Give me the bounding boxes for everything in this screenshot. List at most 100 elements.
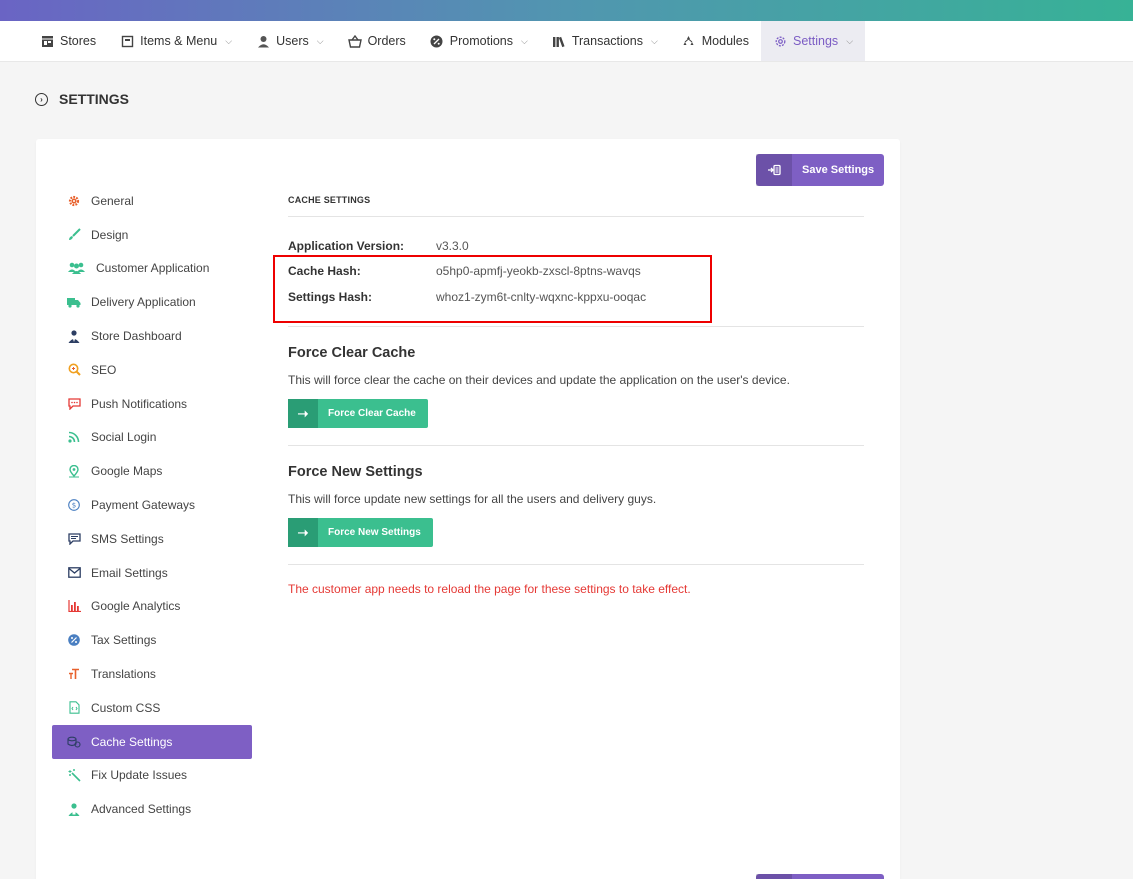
sidebar-item-fix-update-issues[interactable]: Fix Update Issues: [52, 759, 252, 793]
map-pin-icon: [67, 464, 81, 478]
cache-settings-panel: CACHE SETTINGS Application Version: v3.3…: [273, 195, 864, 596]
sidebar-item-tax-settings[interactable]: Tax Settings: [52, 623, 252, 657]
block-title: Force Clear Cache: [288, 345, 416, 361]
sidebar-item-customer-application[interactable]: Customer Application: [52, 252, 252, 286]
nav-settings[interactable]: Settings ⌵: [761, 21, 866, 61]
sidebar-item-label: Fix Update Issues: [91, 768, 188, 783]
nav-label: Items & Menu: [140, 34, 218, 48]
nav-items-menu[interactable]: Items & Menu ⌵: [108, 21, 244, 61]
sidebar-item-custom-css[interactable]: Custom CSS: [52, 691, 252, 725]
sidebar-item-email-settings[interactable]: Email Settings: [52, 556, 252, 590]
save-icon: [756, 154, 792, 186]
arrow-right-icon: ➝: [288, 518, 318, 547]
library-icon: [552, 34, 566, 48]
settings-sidebar: General Design Customer Application Deli…: [52, 184, 252, 826]
sidebar-item-label: Tax Settings: [91, 633, 157, 648]
chevron-right-circle-icon: ›: [35, 92, 48, 106]
sidebar-item-social-login[interactable]: Social Login: [52, 421, 252, 455]
button-label: Force New Settings: [328, 527, 421, 538]
nav-transactions[interactable]: Transactions ⌵: [540, 21, 670, 61]
svg-text:$: $: [72, 502, 76, 510]
page-title: › SETTINGS: [35, 91, 129, 107]
save-icon: [756, 874, 792, 879]
truck-icon: [67, 295, 81, 309]
highlight-box: [273, 255, 712, 323]
block-description: This will force clear the cache on their…: [288, 373, 790, 387]
sidebar-item-label: Cache Settings: [91, 734, 173, 749]
sidebar-item-label: Email Settings: [91, 565, 168, 580]
sidebar-item-design[interactable]: Design: [52, 218, 252, 252]
arrow-right-icon: ➝: [288, 399, 318, 428]
user-tie-icon: [67, 329, 81, 343]
magic-wand-icon: [67, 768, 81, 782]
sidebar-item-sms-settings[interactable]: SMS Settings: [52, 522, 252, 556]
sidebar-item-delivery-application[interactable]: Delivery Application: [52, 285, 252, 319]
save-settings-button[interactable]: Save Settings: [756, 154, 884, 186]
page-title-text: SETTINGS: [59, 91, 130, 107]
sidebar-item-label: SEO: [91, 362, 117, 377]
nav-label: Promotions: [449, 34, 514, 48]
nav-label: Orders: [367, 34, 406, 48]
force-clear-cache-button[interactable]: ➝ Force Clear Cache: [288, 399, 428, 428]
code-file-icon: [67, 701, 81, 715]
save-settings-label: Save Settings: [802, 164, 875, 176]
sidebar-item-google-maps[interactable]: Google Maps: [52, 454, 252, 488]
force-clear-cache-block: Force Clear Cache This will force clear …: [288, 327, 864, 446]
brush-icon: [67, 228, 81, 242]
percent-icon: [430, 34, 444, 48]
sidebar-item-label: Customer Application: [96, 261, 210, 276]
sidebar-item-push-notifications[interactable]: Push Notifications: [52, 387, 252, 421]
users-icon: [67, 261, 86, 275]
sidebar-item-seo[interactable]: SEO: [52, 353, 252, 387]
sidebar-item-general[interactable]: General: [52, 184, 252, 218]
chevron-down-icon: ⌵: [316, 35, 324, 46]
sidebar-item-label: Delivery Application: [91, 295, 196, 310]
nav-label: Users: [276, 34, 309, 48]
gear-icon: [67, 194, 81, 208]
sidebar-item-label: General: [91, 193, 134, 208]
block-description: This will force update new settings for …: [288, 492, 657, 506]
mail-icon: [67, 566, 81, 580]
sidebar-item-google-analytics[interactable]: Google Analytics: [52, 590, 252, 624]
nav-stores[interactable]: Stores: [28, 21, 108, 61]
sidebar-item-translations[interactable]: Translations: [52, 657, 252, 691]
force-new-settings-button[interactable]: ➝ Force New Settings: [288, 518, 433, 547]
user-icon: [256, 34, 270, 48]
user-settings-icon: [67, 802, 81, 816]
info-key: Application Version:: [288, 238, 405, 253]
cache-info: Application Version: v3.3.0 Cache Hash: …: [273, 217, 864, 327]
block-title: Force New Settings: [288, 464, 423, 480]
sidebar-item-label: Google Maps: [91, 464, 163, 479]
nav-orders[interactable]: Orders: [336, 21, 418, 61]
gear-icon: [773, 34, 787, 48]
sidebar-item-store-dashboard[interactable]: Store Dashboard: [52, 319, 252, 353]
section-label: CACHE SETTINGS: [288, 195, 864, 217]
chat-icon: [67, 397, 81, 411]
force-new-settings-block: Force New Settings This will force updat…: [288, 446, 864, 565]
nav-users[interactable]: Users ⌵: [244, 21, 335, 61]
info-value: v3.3.0: [436, 238, 469, 253]
nav-label: Settings: [793, 34, 839, 48]
percent-icon: [67, 633, 81, 647]
nav-label: Transactions: [571, 34, 643, 48]
chevron-down-icon: ⌵: [846, 35, 854, 46]
reload-warning: The customer app needs to reload the pag…: [288, 582, 691, 596]
store-icon: [40, 34, 54, 48]
nav-modules[interactable]: Modules: [670, 21, 761, 61]
menu-book-icon: [120, 34, 134, 48]
sidebar-item-advanced-settings[interactable]: Advanced Settings: [52, 792, 252, 826]
modules-icon: [682, 34, 696, 48]
nav-label: Modules: [701, 34, 750, 48]
rss-icon: [67, 430, 81, 444]
nav-promotions[interactable]: Promotions ⌵: [418, 21, 540, 61]
text-size-icon: [67, 667, 81, 681]
cache-icon: [67, 735, 81, 749]
chevron-down-icon: ⌵: [521, 35, 528, 46]
bar-chart-icon: [67, 599, 81, 613]
sidebar-item-cache-settings[interactable]: Cache Settings: [52, 724, 252, 759]
button-label: Force Clear Cache: [328, 408, 416, 419]
sidebar-item-payment-gateways[interactable]: $ Payment Gateways: [52, 488, 252, 522]
sidebar-item-label: Payment Gateways: [91, 498, 196, 513]
save-settings-button-bottom[interactable]: [756, 874, 884, 879]
sidebar-item-label: Social Login: [91, 430, 157, 445]
